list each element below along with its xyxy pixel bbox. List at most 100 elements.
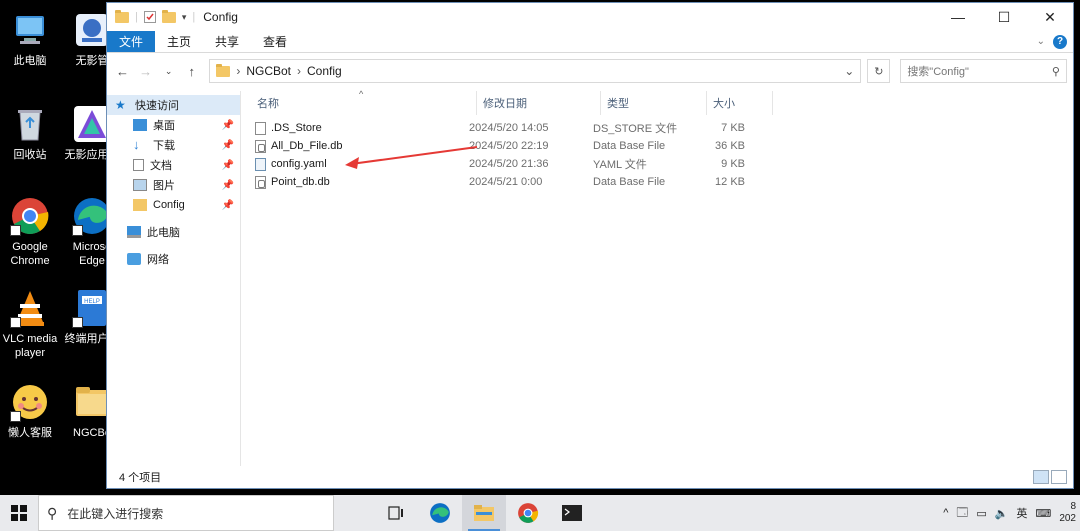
edge-icon — [430, 503, 450, 523]
up-button[interactable]: ↑ — [182, 64, 201, 79]
file-size: 36 KB — [715, 140, 745, 152]
desktop-icon-this-pc[interactable]: 此电脑 — [0, 10, 60, 68]
file-explorer-window: | ▾ | Config — ☐ ✕ 文件 主页 共享 查看 ⌄ ? ← → ⌄… — [106, 2, 1074, 489]
task-view-button[interactable] — [374, 495, 418, 531]
db-file-icon — [255, 175, 266, 189]
taskbar-chrome[interactable] — [506, 495, 550, 531]
file-row[interactable]: Point_db.db 2024/5/21 0:00 Data Base Fil… — [241, 173, 1073, 191]
new-folder-icon[interactable] — [161, 9, 176, 23]
taskbar-terminal[interactable] — [550, 495, 594, 531]
address-bar[interactable]: › NGCBot › Config ⌄ — [209, 59, 862, 83]
file-type: Data Base File — [593, 176, 666, 188]
forward-button[interactable]: → — [136, 64, 155, 79]
file-type: Data Base File — [593, 140, 666, 152]
pin-icon: 📌 — [221, 139, 234, 151]
details-view-button[interactable] — [1033, 470, 1049, 484]
nav-item-config[interactable]: Config 📌 — [107, 195, 240, 215]
column-header-size[interactable]: 大小 — [707, 91, 773, 115]
nav-label: 网络 — [147, 254, 169, 266]
tab-home[interactable]: 主页 — [155, 31, 203, 52]
taskbar-edge[interactable] — [418, 495, 462, 531]
nav-quick-access[interactable]: ★ 快速访问 — [107, 95, 240, 115]
item-count: 4 个项目 — [119, 472, 162, 484]
search-icon: ⚲ — [1051, 65, 1060, 78]
file-explorer-icon — [474, 505, 494, 521]
help-icon[interactable]: ? — [1053, 34, 1067, 49]
star-icon: ★ — [115, 98, 126, 112]
large-icons-view-button[interactable] — [1051, 470, 1067, 484]
keyboard-icon[interactable]: ⌨ — [1035, 507, 1051, 520]
column-header-type[interactable]: 类型 — [601, 91, 707, 115]
breadcrumb-ngcbot[interactable]: NGCBot — [246, 64, 291, 78]
taskbar-search[interactable]: ⚲ 在此键入进行搜索 — [38, 495, 334, 531]
nav-label: 快速访问 — [135, 100, 179, 112]
desktop-icon-chrome[interactable]: Google Chrome — [0, 196, 60, 268]
file-size: 7 KB — [721, 122, 745, 134]
notification-icon[interactable]: 🗔 — [956, 504, 968, 523]
tab-share[interactable]: 共享 — [203, 31, 251, 52]
refresh-button[interactable]: ↻ — [867, 59, 891, 83]
desktop-icon-recycle-bin[interactable]: 回收站 — [0, 104, 60, 162]
recent-locations-button[interactable]: ⌄ — [159, 66, 178, 77]
file-row[interactable]: .DS_Store 2024/5/20 14:05 DS_STORE 文件 7 … — [241, 119, 1073, 137]
tab-file[interactable]: 文件 — [107, 31, 156, 52]
nav-label: 图片 — [153, 180, 175, 192]
nav-item-downloads[interactable]: ↓ 下载 📌 — [107, 135, 240, 155]
file-row[interactable]: All_Db_File.db 2024/5/20 22:19 Data Base… — [241, 137, 1073, 155]
file-date: 2024/5/20 21:36 — [469, 158, 549, 170]
customize-toolbar-icon[interactable]: ▾ — [182, 12, 187, 23]
close-button[interactable]: ✕ — [1027, 3, 1073, 31]
desktop-icon-label: 无影管 — [75, 55, 109, 67]
quick-access-toolbar: | ▾ — [115, 9, 187, 23]
maximize-button[interactable]: ☐ — [981, 3, 1027, 31]
file-rows: .DS_Store 2024/5/20 14:05 DS_STORE 文件 7 … — [241, 115, 1073, 191]
volume-icon[interactable]: 🔈 — [995, 507, 1009, 520]
window-title: Config — [203, 10, 238, 24]
svg-text:HELP: HELP — [84, 299, 100, 305]
clock-date: 202 — [1059, 513, 1076, 524]
breadcrumb-config[interactable]: Config — [307, 64, 342, 78]
nav-label: 下载 — [153, 140, 175, 152]
windows-logo-icon — [11, 505, 27, 521]
nav-network[interactable]: 网络 — [107, 249, 240, 269]
pin-icon: 📌 — [221, 179, 234, 191]
nav-label: 此电脑 — [147, 227, 180, 239]
nav-item-pictures[interactable]: 图片 📌 — [107, 175, 240, 195]
properties-check-icon[interactable] — [143, 11, 156, 23]
ribbon-tabs: 文件 主页 共享 查看 ⌄ ? — [107, 31, 1073, 53]
column-headers: ^ 名称 修改日期 类型 大小 — [241, 89, 1073, 115]
shortcut-arrow-icon — [72, 317, 83, 328]
taskbar-search-placeholder: 在此键入进行搜索 — [67, 506, 164, 521]
nav-this-pc[interactable]: 此电脑 — [107, 222, 240, 242]
minimize-button[interactable]: — — [935, 3, 981, 31]
column-header-date[interactable]: 修改日期 — [477, 91, 601, 115]
tab-view[interactable]: 查看 — [251, 31, 299, 52]
clock[interactable]: 8 202 — [1059, 501, 1076, 525]
desktop-icon-vlc[interactable]: VLC media player — [0, 288, 60, 360]
title-bar: | ▾ | Config — ☐ ✕ — [107, 3, 1073, 31]
folder-icon — [115, 9, 129, 23]
separator: | — [192, 11, 196, 23]
pin-icon: 📌 — [221, 159, 234, 171]
file-row[interactable]: config.yaml 2024/5/20 21:36 YAML 文件 9 KB — [241, 155, 1073, 173]
input-language[interactable]: 英 — [1016, 505, 1027, 521]
navigation-bar: ← → ⌄ ↑ › NGCBot › Config ⌄ ↻ 搜索"Config"… — [107, 53, 1073, 89]
shortcut-arrow-icon — [10, 317, 21, 328]
desktop-icon-lazy-service[interactable]: 懒人客服 — [0, 382, 60, 440]
db-file-icon — [255, 139, 266, 153]
network-icon[interactable]: ▭ — [976, 507, 986, 520]
start-button[interactable] — [0, 495, 38, 531]
taskbar-file-explorer[interactable] — [462, 495, 506, 531]
chevron-down-icon[interactable]: ⌄ — [844, 64, 854, 78]
search-input[interactable]: 搜索"Config" ⚲ — [900, 59, 1067, 83]
expand-ribbon-icon[interactable]: ⌄ — [1037, 36, 1045, 47]
nav-item-documents[interactable]: 文档 📌 — [107, 155, 240, 175]
desktop-icon — [133, 119, 147, 131]
back-button[interactable]: ← — [113, 64, 132, 79]
pin-icon: 📌 — [221, 199, 234, 211]
file-size: 12 KB — [715, 176, 745, 188]
nav-item-desktop[interactable]: 桌面 📌 — [107, 115, 240, 135]
file-type: YAML 文件 — [593, 159, 647, 171]
chevron-up-icon[interactable]: ^ — [943, 507, 948, 519]
view-toggle — [1033, 470, 1073, 484]
